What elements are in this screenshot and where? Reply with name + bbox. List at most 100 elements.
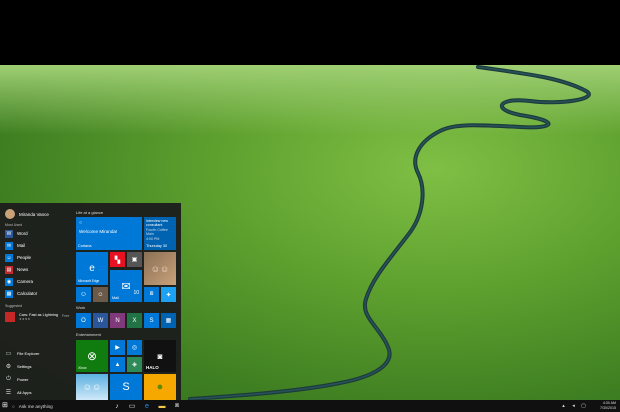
twitter-tile[interactable]: ✦ (161, 287, 176, 302)
word-icon: W (5, 229, 13, 238)
onenote-icon: N (115, 317, 120, 324)
section-work: Work (76, 305, 86, 310)
suggested-label: Suggested (5, 304, 23, 308)
volume-icon[interactable]: ◂ (570, 401, 577, 411)
search-icon: ○ (12, 403, 15, 409)
skype-tile[interactable]: S (144, 313, 159, 328)
skype-icon: S (149, 317, 154, 324)
section-life-at-a-glance: Life at a glance (76, 210, 104, 215)
task-view-icon[interactable]: ▭ (127, 401, 137, 411)
xbox-tile[interactable]: ⊗ Xbox (76, 340, 108, 372)
people-photo-tile[interactable]: ☺☺ (144, 252, 176, 285)
contact-photo-tile[interactable]: ☺ (93, 287, 108, 302)
edge-icon[interactable]: e (142, 401, 152, 411)
headphones-icon: ◎ (131, 345, 138, 351)
om-nom-icon: ● (156, 381, 164, 393)
outlook-tile[interactable]: O (76, 313, 91, 328)
edge-tile[interactable]: e Microsoft Edge (76, 252, 108, 285)
mail-tile[interactable]: ✉ 10 Mail (110, 270, 142, 302)
people-tile[interactable]: ☺ (76, 287, 91, 302)
start-menu: Miranda Vance Most Used W Word ✉ Mail ☺ … (0, 203, 181, 400)
app-label: Mail (17, 243, 26, 248)
frozen-characters-icon: ☺☺ (82, 382, 102, 392)
cortana-tile-label: Cortana (78, 244, 92, 248)
photos-app-tile[interactable]: ▲ (110, 357, 125, 372)
app-item-camera[interactable]: ◉ Camera (5, 277, 33, 286)
power-button[interactable]: ⏻ Power (5, 376, 28, 383)
suggested-app[interactable]: Cars: Fast as Lightning ★★★★ (5, 311, 58, 323)
file-explorer-button[interactable]: ▭ File Explorer (5, 350, 40, 357)
folder-icon: ▭ (5, 351, 12, 357)
word-tile[interactable]: W (93, 313, 108, 328)
cortana-tile[interactable]: ○ Welcome Miranda! Cortana (76, 217, 142, 250)
game-tile[interactable]: ◈ (127, 357, 142, 372)
people-photo-icon: ☺☺ (150, 263, 170, 274)
music-tile[interactable]: ◎ (127, 340, 142, 355)
mail-count: 10 (133, 290, 139, 296)
people-icon: ☺ (79, 291, 88, 298)
onenote-tile[interactable]: N (110, 313, 125, 328)
taskbar-clock[interactable]: 4:30 AM 7/30/2015 (600, 401, 616, 411)
store-icon[interactable]: ⧈ (172, 401, 182, 411)
cut-the-rope-tile[interactable]: ● (144, 374, 176, 400)
app-item-word[interactable]: W Word (5, 229, 28, 238)
mail-icon: ✉ (5, 241, 13, 250)
system-tray: ▴ ◂ ▢ (560, 401, 587, 411)
play-icon: ▶ (115, 345, 120, 351)
bottom-item-label: Power (17, 377, 29, 382)
bottom-item-label: File Explorer (17, 351, 40, 356)
gear-icon: ⚙ (5, 364, 12, 370)
flipboard-tile[interactable]: ▚ (110, 252, 125, 267)
photos-tile[interactable]: ▣ (127, 252, 142, 267)
store-icon: ⧈ (149, 291, 154, 297)
halo-logo-text: HALO (146, 365, 159, 370)
twitter-icon: ✦ (165, 291, 172, 299)
notification-icon[interactable]: ▢ (580, 401, 587, 411)
user-name: Miranda Vance (19, 211, 49, 217)
excel-tile[interactable]: X (127, 313, 142, 328)
microphone-icon[interactable]: ♪ (112, 401, 122, 411)
movies-tile[interactable]: ▶ (110, 340, 125, 355)
app-label: Word (17, 231, 28, 236)
cortana-icon: ○ (79, 220, 83, 226)
user-avatar (5, 209, 15, 219)
app-item-calculator[interactable]: ▦ Calculator (5, 289, 37, 298)
photo-icon: ▣ (131, 257, 138, 263)
network-icon[interactable]: ▴ (560, 401, 567, 411)
store-tile[interactable]: ⧈ (144, 287, 159, 302)
halo-tile[interactable]: ◙ HALO (144, 340, 176, 372)
cortana-search-box[interactable]: ○ Ask me anything (12, 401, 104, 411)
most-used-label: Most Used (5, 223, 23, 227)
bottom-item-label: Settings (17, 364, 32, 369)
calendar-tile[interactable]: Interview new consultant Fourth Coffee M… (144, 217, 176, 250)
settings-button[interactable]: ⚙ Settings (5, 363, 32, 370)
calculator-tile[interactable]: ▦ (161, 313, 176, 328)
suggested-app-rating: ★★★★ (19, 317, 31, 321)
calculator-icon: ▦ (165, 318, 172, 324)
people-icon: ☺ (5, 253, 13, 262)
user-account[interactable]: Miranda Vance (5, 209, 49, 219)
frozen-tile[interactable]: ☺☺ (76, 374, 108, 400)
photos-icon: ▲ (114, 361, 121, 368)
taskbar: ⊞ ○ Ask me anything ♪ ▭ e ▬ ⧈ ▴ ◂ ▢ 4:30… (0, 400, 620, 412)
suggested-app-badge: Free (62, 314, 70, 318)
windows-start-button[interactable]: ⊞ (2, 402, 10, 410)
xbox-tile-label: Xbox (78, 366, 87, 370)
file-explorer-icon[interactable]: ▬ (157, 401, 167, 411)
app-label: Calculator (17, 291, 38, 296)
camera-icon: ◉ (5, 277, 13, 286)
cars-app-icon (5, 312, 15, 322)
all-apps-button[interactable]: ☰ All Apps (5, 389, 32, 396)
app-item-mail[interactable]: ✉ Mail (5, 241, 25, 250)
edge-tile-label: Microsoft Edge (78, 279, 100, 283)
app-item-people[interactable]: ☺ People (5, 253, 31, 262)
contact-photo-icon: ☺ (97, 291, 104, 298)
power-icon: ⏻ (6, 376, 11, 382)
app-item-news[interactable]: ▤ News (5, 265, 28, 274)
shazam-icon: S (122, 381, 130, 393)
calendar-day-label: Thursday 30 (146, 244, 168, 248)
news-icon: ▤ (5, 265, 13, 274)
bottom-item-label: All Apps (17, 390, 32, 395)
all-apps-icon: ☰ (5, 390, 12, 396)
shazam-tile[interactable]: S (110, 374, 142, 400)
